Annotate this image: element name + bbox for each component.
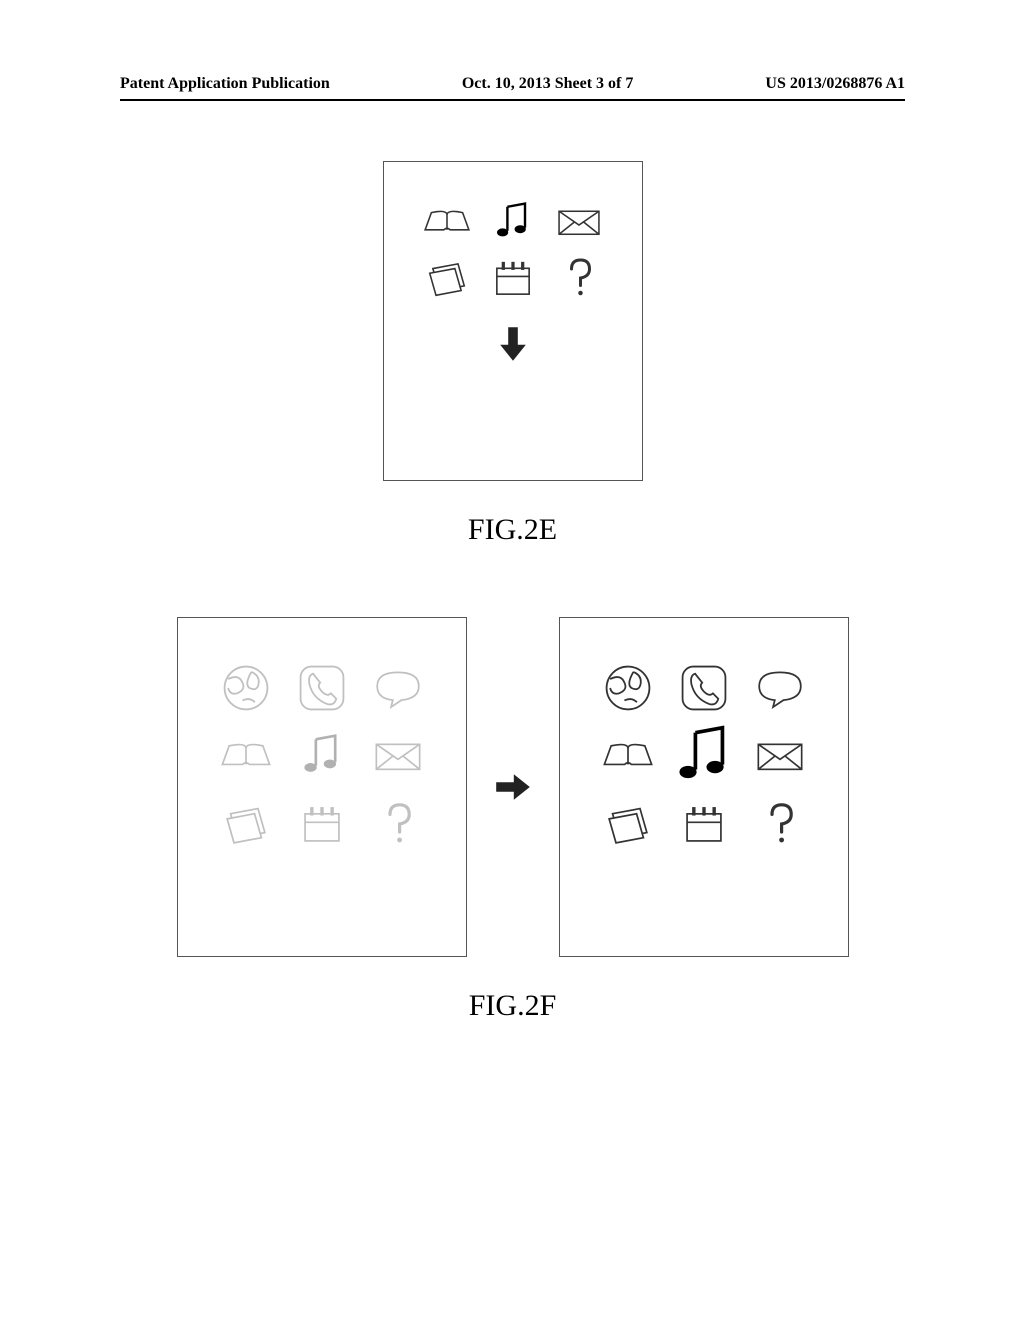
globe-icon xyxy=(603,663,653,713)
envelope-icon xyxy=(373,739,423,773)
fig-2f-caption: FIG.2F xyxy=(120,989,905,1023)
music-icon xyxy=(300,734,344,778)
icon-grid-2e xyxy=(418,198,608,302)
question-icon xyxy=(764,801,796,847)
page-header: Patent Application Publication Oct. 10, … xyxy=(120,75,905,93)
arrow-down-icon xyxy=(497,322,529,366)
header-date-sheet: Oct. 10, 2013 Sheet 3 of 7 xyxy=(462,75,634,93)
book-icon xyxy=(601,738,655,774)
globe-icon xyxy=(221,663,271,713)
book-icon xyxy=(422,205,472,239)
icon-grid-2f-left xyxy=(211,658,433,854)
calendar-icon xyxy=(300,803,344,845)
device-screen-2f-left xyxy=(177,617,467,957)
phone-icon xyxy=(297,663,347,713)
calendar-icon xyxy=(682,803,726,845)
fig-2e xyxy=(120,161,905,481)
notes-icon xyxy=(425,258,469,298)
music-icon xyxy=(493,202,533,242)
header-patent-id: US 2013/0268876 A1 xyxy=(765,75,905,93)
notes-icon xyxy=(222,803,270,845)
envelope-icon xyxy=(556,206,602,238)
icon-grid-2f-right xyxy=(593,658,815,854)
header-publication: Patent Application Publication xyxy=(120,75,330,93)
figures-area: FIG.2E xyxy=(120,161,905,1023)
header-divider xyxy=(120,99,905,101)
envelope-icon xyxy=(755,739,805,773)
question-icon xyxy=(382,801,414,847)
speech-icon xyxy=(372,667,424,709)
fig-2f xyxy=(120,617,905,957)
device-screen-2f-right xyxy=(559,617,849,957)
book-icon xyxy=(219,738,273,774)
question-icon xyxy=(564,256,594,300)
device-screen-2e xyxy=(383,161,643,481)
calendar-icon xyxy=(492,258,534,298)
arrow-right-icon xyxy=(493,771,533,803)
phone-icon xyxy=(679,663,729,713)
speech-icon xyxy=(754,667,806,709)
music-icon-selected xyxy=(680,732,728,780)
notes-icon xyxy=(604,803,652,845)
patent-page: Patent Application Publication Oct. 10, … xyxy=(120,75,905,1245)
fig-2e-caption: FIG.2E xyxy=(120,513,905,547)
